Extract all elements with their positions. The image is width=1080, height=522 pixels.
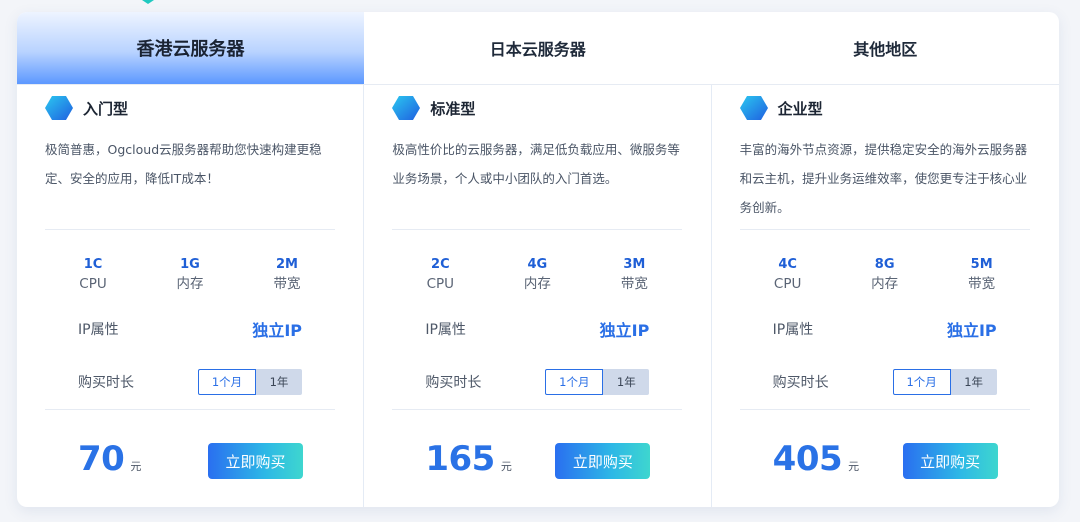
ip-label: IP属性 bbox=[425, 322, 466, 338]
plan-title: 标准型 bbox=[430, 99, 476, 118]
duration-toggle: 1个月 1年 bbox=[892, 369, 997, 395]
spec-label: 带宽 bbox=[620, 276, 648, 292]
spec-label: 带宽 bbox=[273, 276, 301, 292]
price: 165 元 bbox=[425, 439, 511, 479]
plan-header: 企业型 bbox=[739, 96, 823, 120]
plan-header: 入门型 bbox=[45, 96, 128, 120]
price-unit: 元 bbox=[848, 460, 860, 473]
duration-option-1-year[interactable]: 1年 bbox=[950, 369, 997, 395]
ip-label: IP属性 bbox=[78, 322, 119, 338]
duration-label: 购买时长 bbox=[425, 375, 482, 391]
duration-option-1-month[interactable]: 1个月 bbox=[198, 369, 256, 395]
spec-memory: 1G 内存 bbox=[142, 257, 238, 295]
spec-label: 内存 bbox=[176, 276, 204, 292]
price-value: 405 bbox=[772, 439, 843, 479]
plan-card-enterprise: 企业型 丰富的海外节点资源，提供稳定安全的海外云服务器和云主机，提升业务运维效率… bbox=[712, 85, 1059, 507]
plan-card-standard: 标准型 极高性价比的云服务器，满足低负载应用、微服务等业务场景，个人或中小团队的… bbox=[364, 85, 712, 507]
divider bbox=[739, 409, 1030, 410]
duration-option-1-year[interactable]: 1年 bbox=[256, 369, 302, 395]
plan-description: 丰富的海外节点资源，提供稳定安全的海外云服务器和云主机，提升业务运维效率，使您更… bbox=[739, 142, 1028, 215]
spec-bandwidth: 3M 带宽 bbox=[586, 257, 682, 295]
spec-cpu: 2C CPU bbox=[392, 257, 488, 295]
spec-memory: 8G 内存 bbox=[837, 257, 933, 295]
ip-row: IP属性 独立IP bbox=[425, 317, 649, 341]
duration-option-1-month[interactable]: 1个月 bbox=[545, 369, 604, 395]
duration-label: 购买时长 bbox=[78, 375, 134, 391]
price-value: 165 bbox=[425, 439, 495, 479]
price: 70 元 bbox=[78, 439, 141, 479]
divider bbox=[739, 229, 1030, 230]
spec-cpu: 1C CPU bbox=[45, 257, 141, 295]
spec-value: 1G bbox=[180, 257, 200, 272]
ip-value: 独立IP bbox=[252, 321, 302, 340]
duration-toggle: 1个月 1年 bbox=[198, 369, 302, 395]
spec-value: 1C bbox=[83, 257, 103, 272]
spec-value: 2C bbox=[431, 257, 450, 272]
price-unit: 元 bbox=[500, 460, 512, 473]
ip-value: 独立IP bbox=[946, 321, 997, 340]
spec-bandwidth: 5M 带宽 bbox=[934, 257, 1030, 295]
spec-cpu: 4C CPU bbox=[740, 257, 836, 295]
spec-label: CPU bbox=[426, 276, 455, 292]
divider bbox=[45, 229, 335, 230]
plan-card-basic: 入门型 极简普惠，Ogcloud云服务器帮助您快速构建更稳定、安全的应用，降低I… bbox=[17, 85, 365, 507]
spec-label: CPU bbox=[773, 276, 802, 292]
divider bbox=[45, 409, 335, 410]
spec-value: 3M bbox=[623, 257, 646, 272]
ip-row: IP属性 独立IP bbox=[773, 317, 997, 341]
divider bbox=[392, 229, 683, 230]
divider bbox=[392, 409, 683, 410]
hexagon-icon bbox=[392, 96, 421, 120]
spec-value: 5M bbox=[970, 257, 993, 272]
spec-label: 带宽 bbox=[968, 276, 996, 292]
spec-value: 4G bbox=[527, 257, 548, 272]
ip-row: IP属性 独立IP bbox=[78, 317, 302, 341]
duration-option-1-year[interactable]: 1年 bbox=[603, 369, 650, 395]
spec-label: 内存 bbox=[523, 276, 551, 292]
buy-now-button[interactable]: 立即购买 bbox=[208, 443, 303, 479]
duration-row: 购买时长 1个月 1年 bbox=[425, 369, 650, 395]
spec-label: CPU bbox=[79, 276, 107, 292]
plan-description: 极简普惠，Ogcloud云服务器帮助您快速构建更稳定、安全的应用，降低IT成本！ bbox=[45, 142, 322, 186]
plan-list: 入门型 极简普惠，Ogcloud云服务器帮助您快速构建更稳定、安全的应用，降低I… bbox=[17, 85, 1059, 507]
plan-title: 入门型 bbox=[83, 99, 129, 118]
hexagon-icon bbox=[45, 96, 73, 120]
price-value: 70 bbox=[78, 439, 125, 479]
spec-value: 8G bbox=[874, 257, 895, 272]
price: 405 元 bbox=[773, 439, 859, 479]
hexagon-icon bbox=[739, 96, 768, 120]
duration-option-1-month[interactable]: 1个月 bbox=[892, 369, 951, 395]
buy-now-button[interactable]: 立即购买 bbox=[555, 443, 651, 479]
tab-hongkong[interactable]: 香港云服务器 bbox=[17, 12, 364, 84]
duration-row: 购买时长 1个月 1年 bbox=[773, 369, 997, 395]
spec-memory: 4G 内存 bbox=[489, 257, 585, 295]
plan-specs: 2C CPU 4G 内存 3M 带宽 bbox=[392, 257, 682, 295]
plan-title: 企业型 bbox=[777, 99, 823, 118]
duration-toggle: 1个月 1年 bbox=[545, 369, 650, 395]
duration-row: 购买时长 1个月 1年 bbox=[78, 369, 302, 395]
tab-other-regions[interactable]: 其他地区 bbox=[712, 12, 1060, 84]
top-accent-marker bbox=[142, 0, 154, 4]
plan-specs: 4C CPU 8G 内存 5M 带宽 bbox=[740, 257, 1030, 295]
duration-label: 购买时长 bbox=[772, 375, 829, 391]
plan-description: 极高性价比的云服务器，满足低负载应用、微服务等业务场景，个人或中小团队的入门首选… bbox=[392, 142, 680, 186]
spec-label: 内存 bbox=[871, 276, 899, 292]
spec-value: 4C bbox=[778, 257, 797, 272]
ip-label: IP属性 bbox=[772, 322, 814, 338]
plan-header: 标准型 bbox=[392, 96, 475, 120]
buy-now-button[interactable]: 立即购买 bbox=[902, 443, 998, 479]
ip-value: 独立IP bbox=[599, 321, 650, 340]
spec-bandwidth: 2M 带宽 bbox=[239, 257, 335, 295]
price-unit: 元 bbox=[130, 460, 142, 473]
region-tabs: 香港云服务器 日本云服务器 其他地区 bbox=[17, 12, 1059, 85]
plan-specs: 1C CPU 1G 内存 2M 带宽 bbox=[45, 257, 335, 295]
pricing-card: 香港云服务器 日本云服务器 其他地区 入门型 极简普惠，Ogcloud云服务器帮… bbox=[17, 12, 1059, 507]
tab-japan[interactable]: 日本云服务器 bbox=[364, 12, 712, 84]
spec-value: 2M bbox=[276, 257, 298, 272]
